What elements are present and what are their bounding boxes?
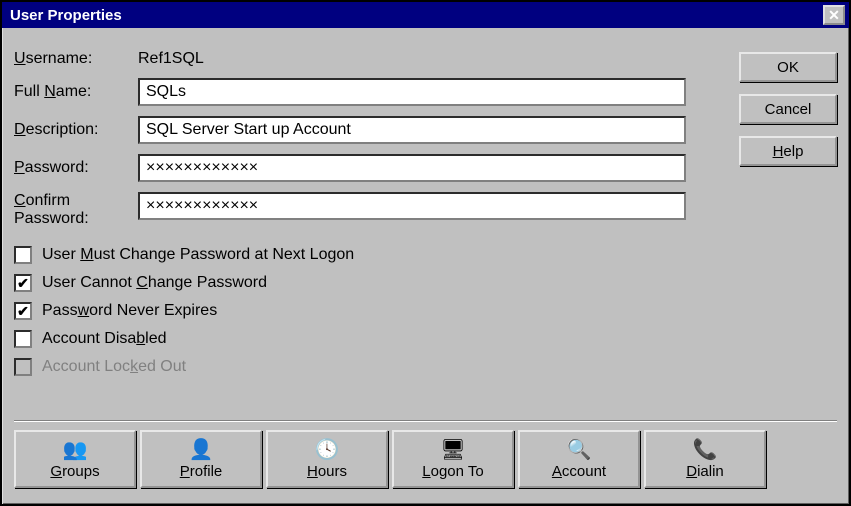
profile-button[interactable]: 👤 Profile — [140, 430, 262, 488]
checkbox-label-0: User Must Change Password at Next Logon — [42, 246, 354, 264]
hours-label: Hours — [307, 463, 347, 480]
checkbox-label-1: User Cannot Change Password — [42, 274, 267, 292]
dialin-label: Dialin — [686, 463, 724, 480]
logon-to-button[interactable]: 🖥 Logon To — [392, 430, 514, 488]
divider — [14, 420, 837, 422]
checkbox-0[interactable] — [14, 246, 32, 264]
profile-label: Profile — [180, 463, 223, 480]
checkbox-row-2[interactable]: ✔ Password Never Expires — [14, 297, 837, 325]
dialog-buttons: OK Cancel Help — [739, 52, 837, 166]
checkbox-3[interactable] — [14, 330, 32, 348]
groups-label: Groups — [50, 463, 99, 480]
help-button[interactable]: Help — [739, 136, 837, 166]
hours-button[interactable]: 🕓 Hours — [266, 430, 388, 488]
logon-to-label: Logon To — [422, 463, 483, 480]
titlebar: User Properties ✕ — [2, 2, 849, 28]
confirm-password-input[interactable] — [138, 192, 686, 220]
password-label: Password: — [14, 159, 138, 177]
user-properties-dialog: User Properties ✕ OK Cancel Help Usernam… — [0, 0, 851, 506]
checkbox-label-2: Password Never Expires — [42, 302, 217, 320]
checkbox-row-1[interactable]: ✔ User Cannot Change Password — [14, 269, 837, 297]
logon-to-icon: 🖥 — [440, 439, 466, 461]
username-label: Username: — [14, 50, 138, 68]
checkbox-label-4: Account Locked Out — [42, 358, 186, 376]
cancel-label: Cancel — [765, 101, 812, 118]
window-title: User Properties — [10, 7, 122, 24]
confirm-password-label: Confirm Password: — [14, 192, 138, 227]
cancel-button[interactable]: Cancel — [739, 94, 837, 124]
account-button[interactable]: 🔍 Account — [518, 430, 640, 488]
dialin-button[interactable]: 📞 Dialin — [644, 430, 766, 488]
checkbox-4 — [14, 358, 32, 376]
description-input[interactable] — [138, 116, 686, 144]
username-value: Ref1SQL — [138, 50, 204, 68]
checkbox-group: User Must Change Password at Next Logon ✔… — [14, 241, 837, 381]
checkbox-2[interactable]: ✔ — [14, 302, 32, 320]
checkbox-label-3: Account Disabled — [42, 330, 167, 348]
ok-label: OK — [777, 59, 799, 76]
account-icon: 🔍 — [566, 439, 592, 461]
close-icon: ✕ — [828, 8, 840, 22]
help-label: Help — [773, 143, 804, 160]
bottom-toolbar: 👥 Groups 👤 Profile 🕓 Hours 🖥 Logon To 🔍 Account 📞 D… — [14, 430, 766, 490]
description-label: Description: — [14, 121, 138, 139]
groups-button[interactable]: 👥 Groups — [14, 430, 136, 488]
close-button[interactable]: ✕ — [823, 5, 845, 25]
fullname-input[interactable] — [138, 78, 686, 106]
profile-icon: 👤 — [188, 439, 214, 461]
groups-icon: 👥 — [62, 439, 88, 461]
account-label: Account — [552, 463, 606, 480]
ok-button[interactable]: OK — [739, 52, 837, 82]
hours-icon: 🕓 — [314, 439, 340, 461]
password-input[interactable] — [138, 154, 686, 182]
fullname-label: Full Name: — [14, 83, 138, 101]
dialin-icon: 📞 — [692, 439, 718, 461]
checkbox-row-3[interactable]: Account Disabled — [14, 325, 837, 353]
checkbox-row-4: Account Locked Out — [14, 353, 837, 381]
checkbox-1[interactable]: ✔ — [14, 274, 32, 292]
checkbox-row-0[interactable]: User Must Change Password at Next Logon — [14, 241, 837, 269]
